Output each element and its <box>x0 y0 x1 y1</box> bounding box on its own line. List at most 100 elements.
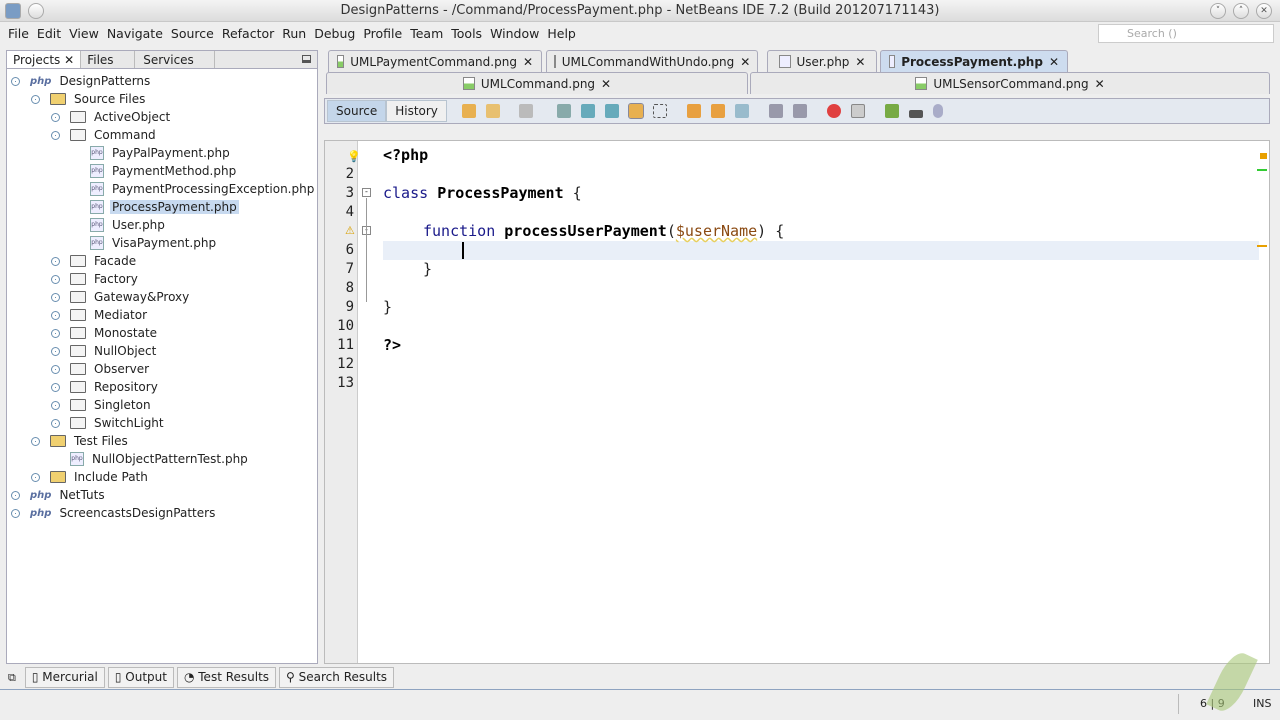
editor-tab[interactable]: UMLCommandWithUndo.png ✕ <box>546 50 758 72</box>
last-edit-icon[interactable] <box>461 104 476 118</box>
tree-item[interactable]: Source Files <box>31 90 147 108</box>
tree-item[interactable]: ActiveObject <box>51 108 172 126</box>
expand-toggle-icon[interactable] <box>51 292 60 302</box>
tree-item[interactable]: php PayPalPayment.php <box>71 144 232 162</box>
menu-source[interactable]: Source <box>167 22 218 45</box>
tree-item[interactable]: Command <box>51 126 158 144</box>
close-tab-icon[interactable]: ✕ <box>601 77 611 91</box>
expand-toggle-icon[interactable] <box>51 328 60 338</box>
menu-debug[interactable]: Debug <box>310 22 359 45</box>
menu-profile[interactable]: Profile <box>359 22 406 45</box>
tree-item[interactable]: Monostate <box>51 324 159 342</box>
close-tab-icon[interactable]: ✕ <box>740 55 750 69</box>
code-editor[interactable]: 12345678910111213 💡 ⚠ - - <?php class Pr… <box>324 140 1270 664</box>
search-input[interactable]: Search () <box>1098 24 1274 43</box>
editor-tab[interactable]: UMLCommand.png ✕ <box>326 72 748 94</box>
toggle-highlight-icon[interactable] <box>627 103 644 119</box>
tree-item[interactable]: php NullObjectPatternTest.php <box>51 450 250 468</box>
tree-item[interactable]: php ScreencastsDesignPatters <box>11 504 217 522</box>
editor-tab[interactable]: UMLPaymentCommand.png ✕ <box>328 50 542 72</box>
expand-toggle-icon[interactable] <box>31 472 40 482</box>
editor-tab[interactable]: User.php ✕ <box>767 50 877 72</box>
tree-item[interactable]: php DesignPatterns <box>11 72 152 90</box>
expand-toggle-icon[interactable] <box>51 310 60 320</box>
expand-toggle-icon[interactable] <box>31 94 40 104</box>
menu-view[interactable]: View <box>65 22 103 45</box>
menu-help[interactable]: Help <box>543 22 580 45</box>
expand-toggle-icon[interactable] <box>51 382 60 392</box>
tree-item[interactable]: Observer <box>51 360 151 378</box>
output-button[interactable]: ▯ Output <box>107 667 174 688</box>
expand-toggle-icon[interactable] <box>11 508 20 518</box>
expand-toggle-icon[interactable] <box>51 112 60 122</box>
warning-icon[interactable]: ⚠ <box>345 224 355 237</box>
hint-bulb-icon[interactable]: 💡 <box>347 150 361 163</box>
menu-team[interactable]: Team <box>406 22 447 45</box>
expand-toggle-icon[interactable] <box>51 274 60 284</box>
expand-toggle-icon[interactable] <box>51 256 60 266</box>
tree-item[interactable]: Factory <box>51 270 140 288</box>
close-tab-icon[interactable]: ✕ <box>1095 77 1105 91</box>
previous-bookmark-icon[interactable] <box>686 104 701 118</box>
test-results-button[interactable]: ◔ Test Results <box>176 667 277 688</box>
tree-item[interactable]: Mediator <box>51 306 149 324</box>
start-macro-icon[interactable] <box>826 104 841 118</box>
close-tab-icon[interactable]: ✕ <box>855 55 865 69</box>
find-previous-icon[interactable] <box>580 104 595 118</box>
close-tab-icon[interactable]: ✕ <box>1049 55 1059 69</box>
error-stripe-warning[interactable] <box>1257 245 1267 247</box>
tree-item[interactable]: SwitchLight <box>51 414 166 432</box>
tree-item[interactable]: php VisaPayment.php <box>71 234 218 252</box>
tree-item[interactable]: Repository <box>51 378 160 396</box>
close-tab-icon[interactable]: ✕ <box>523 55 533 69</box>
find-icon[interactable] <box>556 104 571 118</box>
menu-edit[interactable]: Edit <box>33 22 65 45</box>
tree-item[interactable]: Facade <box>51 252 138 270</box>
expand-toggle-icon[interactable] <box>51 400 60 410</box>
tree-item[interactable]: Include Path <box>31 468 150 486</box>
tree-item[interactable]: php ProcessPayment.php <box>71 198 239 216</box>
comment-icon[interactable] <box>884 104 899 118</box>
tab-files[interactable]: Files <box>81 51 136 68</box>
expand-toggle-icon[interactable] <box>11 490 20 500</box>
source-button[interactable]: Source <box>327 100 387 122</box>
minimize-panel-icon[interactable] <box>302 55 311 63</box>
tree-item[interactable]: php User.php <box>71 216 167 234</box>
editor-tab[interactable]: ProcessPayment.php ✕ <box>880 50 1068 72</box>
minimize-button[interactable]: ˅ <box>1210 3 1226 19</box>
tab-projects[interactable]: Projects ✕ <box>7 51 82 68</box>
menu-navigate[interactable]: Navigate <box>103 22 167 45</box>
menu-tools[interactable]: Tools <box>447 22 486 45</box>
expand-toggle-icon[interactable] <box>11 76 20 86</box>
maximize-button[interactable]: ˄ <box>1233 3 1249 19</box>
close-icon[interactable]: ✕ <box>64 53 74 67</box>
shift-right-icon[interactable] <box>792 104 807 118</box>
shift-left-icon[interactable] <box>768 104 783 118</box>
database-icon[interactable] <box>932 104 943 118</box>
close-button[interactable]: ✕ <box>1256 3 1272 19</box>
menu-window[interactable]: Window <box>486 22 543 45</box>
tree-item[interactable]: php NetTuts <box>11 486 107 504</box>
next-bookmark-icon[interactable] <box>710 104 725 118</box>
expand-toggle-icon[interactable] <box>51 364 60 374</box>
tree-item[interactable]: php PaymentMethod.php <box>71 162 238 180</box>
restore-windows-icon[interactable]: ⧉ <box>8 671 16 685</box>
tree-item[interactable]: Test Files <box>31 432 130 450</box>
expand-toggle-icon[interactable] <box>31 436 40 446</box>
tree-item[interactable]: php PaymentProcessingException.php <box>71 180 316 198</box>
uncomment-icon[interactable] <box>908 110 923 118</box>
expand-toggle-icon[interactable] <box>51 418 60 428</box>
menu-run[interactable]: Run <box>278 22 310 45</box>
toggle-bookmark-icon[interactable] <box>734 104 749 118</box>
tree-item[interactable]: NullObject <box>51 342 158 360</box>
stop-macro-icon[interactable] <box>850 104 865 118</box>
tree-item[interactable]: Singleton <box>51 396 153 414</box>
search-results-button[interactable]: ⚲ Search Results <box>279 667 395 688</box>
menu-file[interactable]: File <box>4 22 33 45</box>
tree-item[interactable]: Gateway&Proxy <box>51 288 191 306</box>
error-stripe-mark[interactable] <box>1260 153 1267 159</box>
back-icon[interactable] <box>485 104 500 118</box>
fold-class-icon[interactable]: - <box>362 188 371 197</box>
rectangular-selection-icon[interactable] <box>652 104 667 118</box>
forward-icon[interactable] <box>518 104 533 118</box>
